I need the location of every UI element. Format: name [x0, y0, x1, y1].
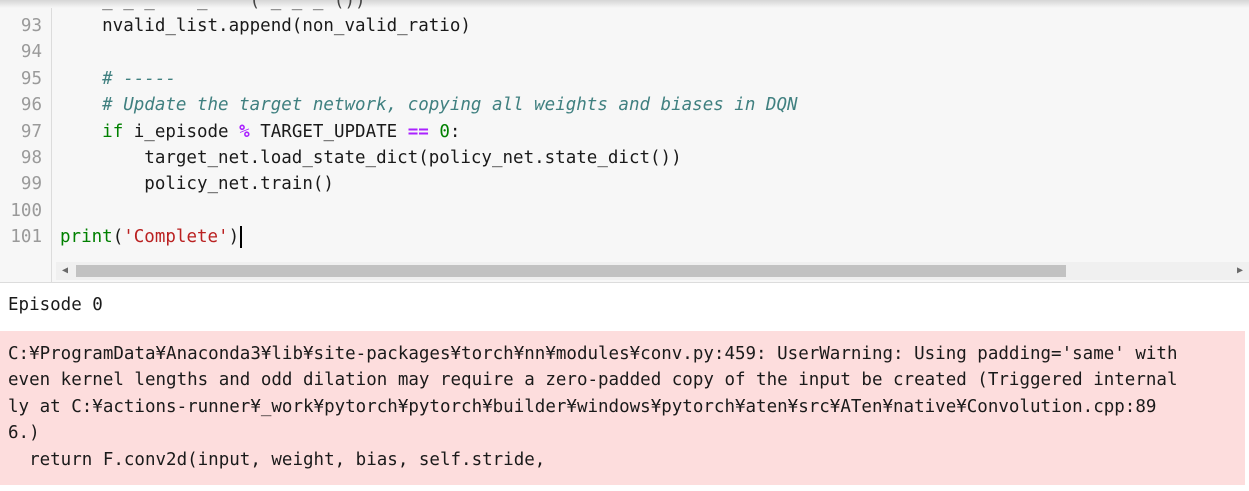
- code-token: ): [228, 227, 240, 248]
- stderr-line: even kernel lengths and odd dilation may…: [8, 370, 1178, 391]
- stderr-line: 6.): [8, 423, 40, 444]
- horizontal-scrollbar[interactable]: ◀ ▶: [56, 262, 1249, 280]
- code-line[interactable]: policy_net.train(): [60, 171, 334, 197]
- text-cursor: [240, 226, 243, 249]
- code-token: %: [239, 121, 250, 142]
- line-number: 99: [20, 174, 42, 195]
- code-token: :: [449, 121, 461, 142]
- stderr-output: C:¥ProgramData¥Anaconda3¥lib¥site-packag…: [0, 331, 1245, 485]
- scroll-right-arrow-icon[interactable]: ▶: [1231, 262, 1249, 280]
- stderr-line: return F.conv2d(input, weight, bias, sel…: [8, 449, 546, 470]
- code-line[interactable]: print('Complete'): [60, 224, 243, 250]
- partial-code-line: _ _ _ _ ( _ _ _ ()): [60, 0, 366, 11]
- line-number: 94: [20, 42, 42, 63]
- code-token: # Update the target network, copying all…: [102, 95, 798, 116]
- code-line[interactable]: nvalid_list.append(non_valid_ratio): [60, 13, 471, 39]
- code-token: if: [102, 121, 124, 142]
- code-token: TARGET_UPDATE: [249, 121, 408, 142]
- scrollbar-thumb[interactable]: [76, 265, 1066, 277]
- stderr-line: ly at C:¥actions-runner¥_work¥pytorch¥py…: [8, 396, 1157, 417]
- code-line[interactable]: target_net.load_state_dict(policy_net.st…: [60, 145, 682, 171]
- code-token: target_net.load_state_dict(policy_net.st…: [60, 148, 682, 168]
- line-number: 96: [20, 95, 42, 116]
- line-number: 97: [20, 121, 42, 142]
- code-token: policy_net.train(): [60, 174, 334, 195]
- code-line[interactable]: # -----: [60, 66, 176, 92]
- code-token: (: [112, 227, 124, 248]
- stderr-line: C:¥ProgramData¥Anaconda3¥lib¥site-packag…: [8, 344, 1178, 364]
- line-number: 101: [10, 227, 42, 248]
- line-number: 100: [10, 200, 42, 221]
- code-token: 0: [439, 121, 450, 142]
- code-token: # -----: [102, 68, 176, 89]
- code-token: 'Complete': [123, 227, 229, 248]
- line-number: 98: [20, 148, 42, 168]
- code-token: ==: [407, 121, 429, 142]
- line-number-gutter: 93 94 95 96 97 98 99 100 101: [0, 8, 52, 282]
- code-editor[interactable]: _ _ _ _ ( _ _ _ ()) 93 94 95 96 97 98 99 100 101…: [0, 0, 1249, 283]
- scroll-left-arrow-icon[interactable]: ◀: [56, 262, 74, 280]
- code-line[interactable]: if i_episode % TARGET_UPDATE == 0:: [60, 119, 460, 145]
- code-token: nvalid_list.append(non_valid_ratio): [60, 16, 471, 36]
- stdout-output: Episode 0: [8, 295, 103, 315]
- line-number: 93: [20, 16, 42, 36]
- code-token: i_episode: [123, 121, 240, 142]
- code-line[interactable]: # Update the target network, copying all…: [60, 92, 798, 118]
- line-number: 95: [20, 68, 42, 89]
- code-token: print: [60, 227, 113, 248]
